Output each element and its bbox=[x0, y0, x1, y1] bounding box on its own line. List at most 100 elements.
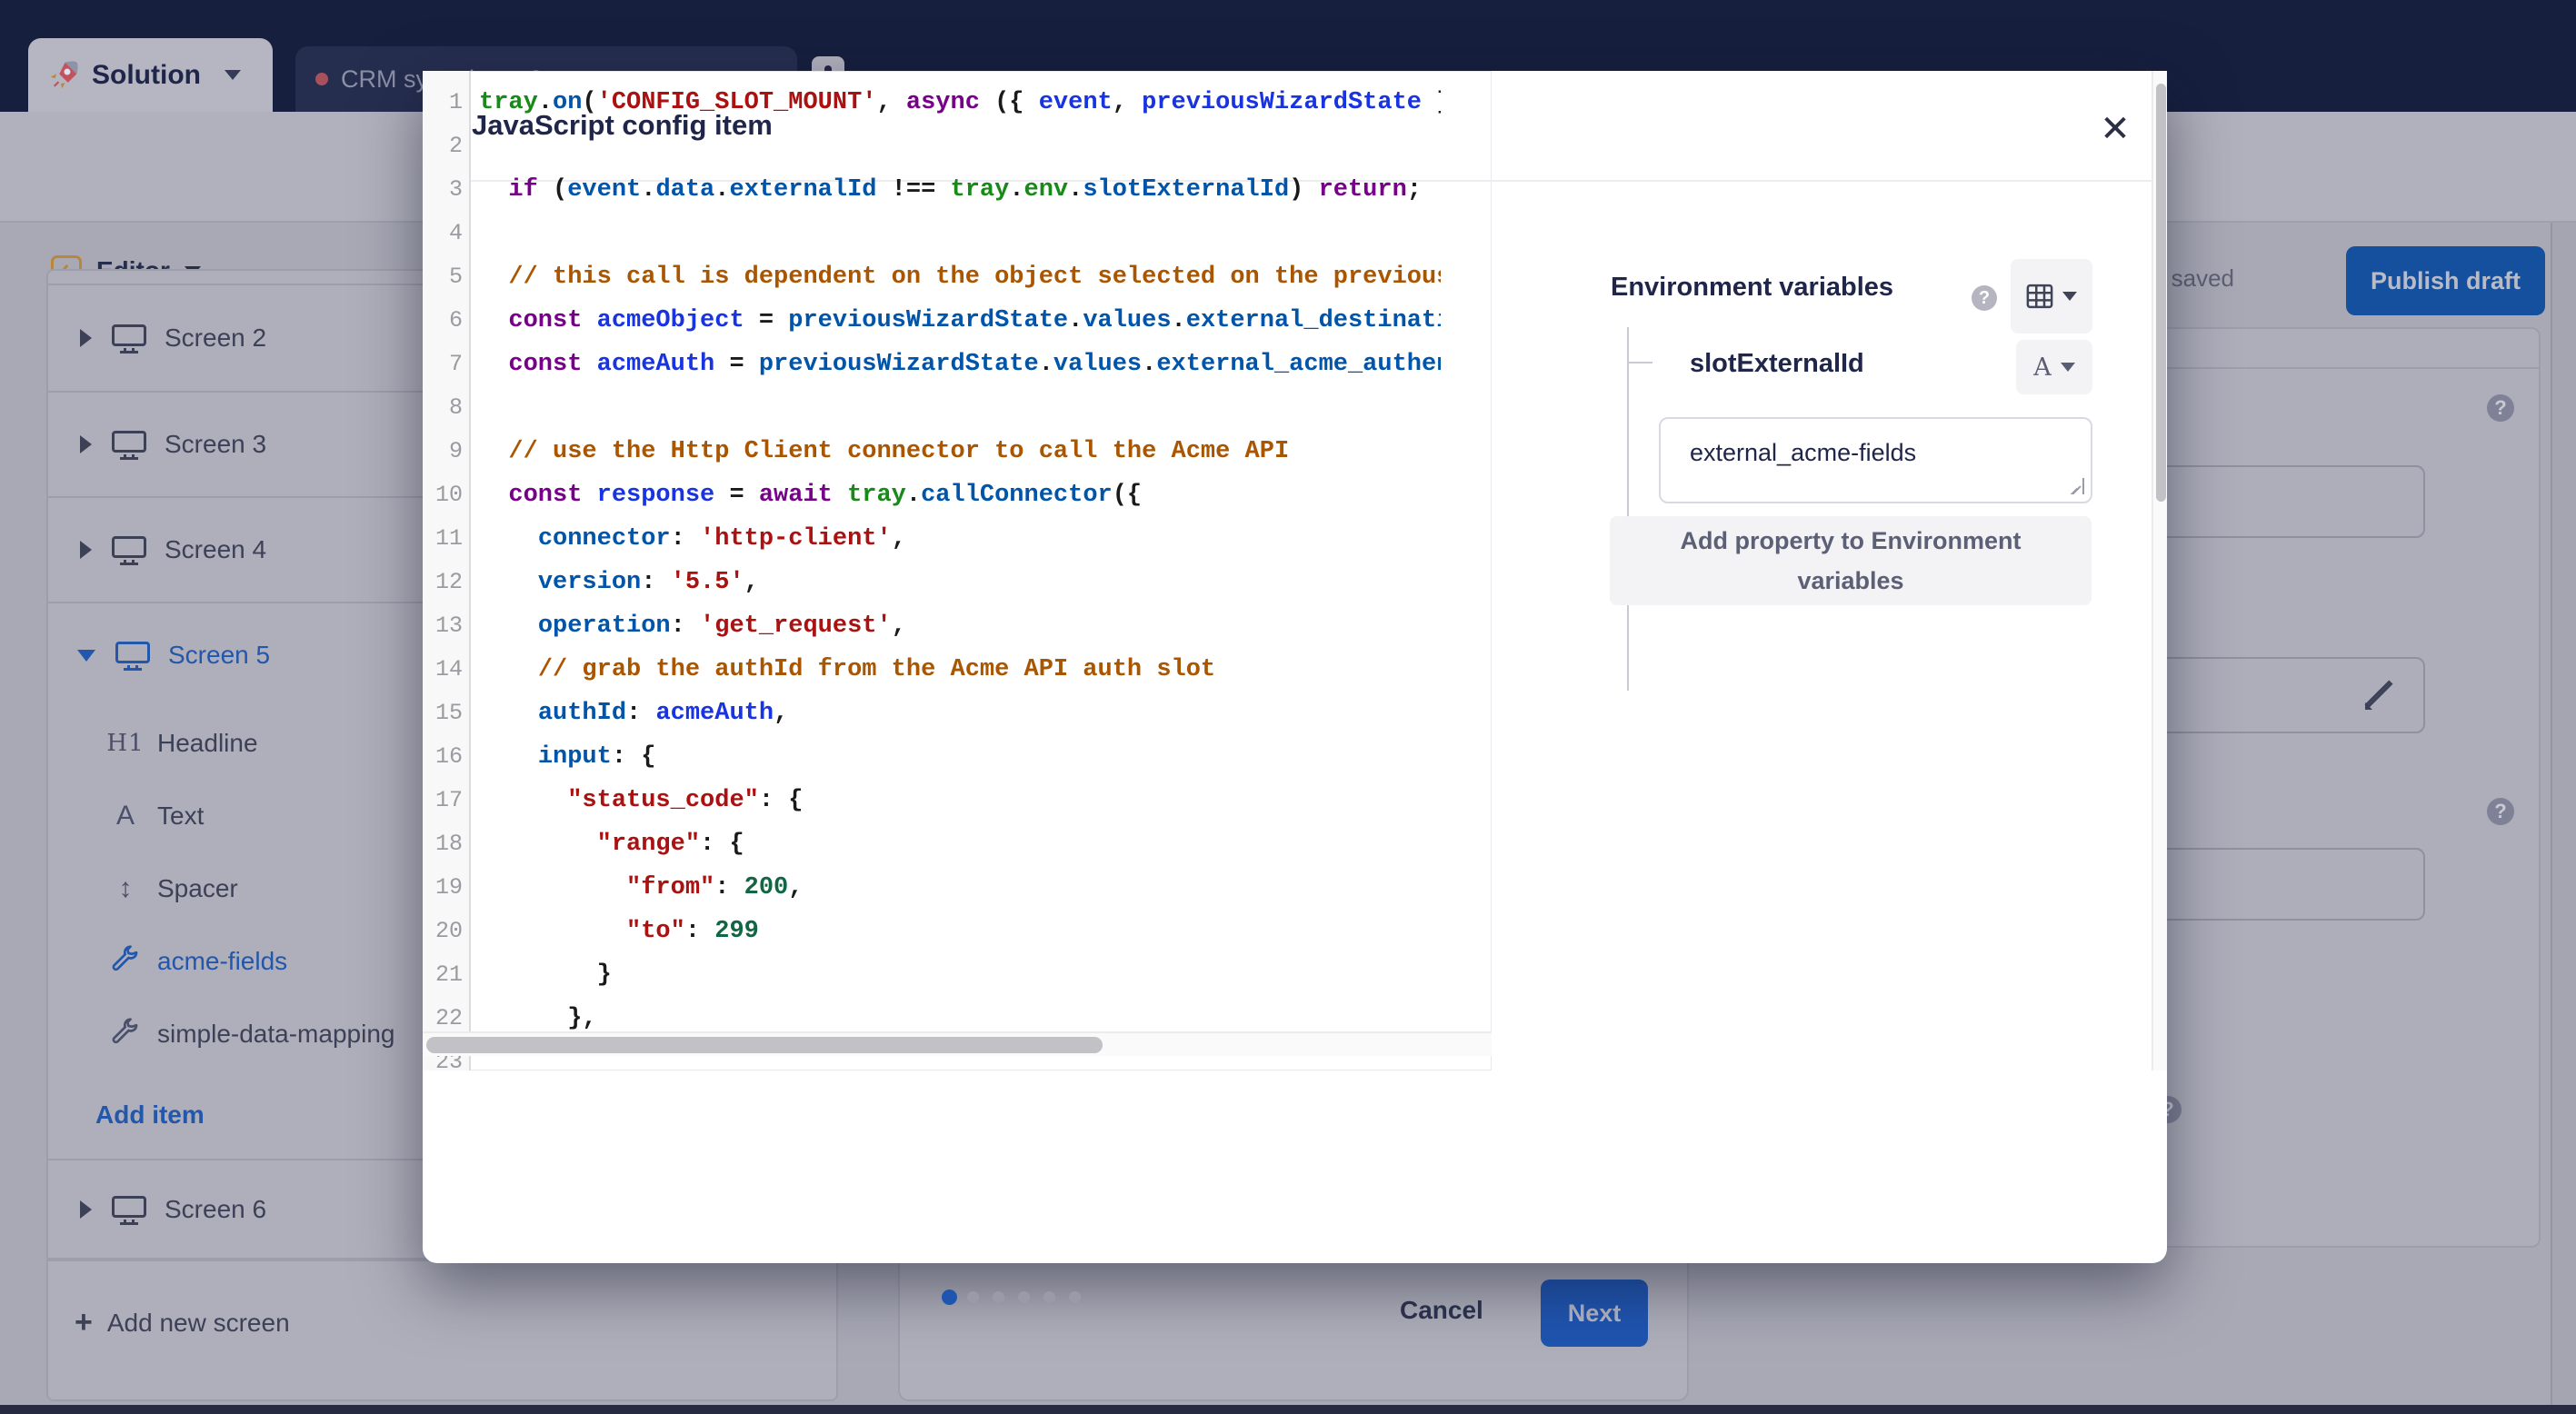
code-editor[interactable]: 1tray.on('CONFIG_SLOT_MOUNT', async ({ e… bbox=[423, 71, 1492, 1070]
code-line-20: 20 "to": 299 bbox=[423, 910, 1492, 953]
line-number: 19 bbox=[423, 866, 463, 910]
add-new-screen-button[interactable]: +Add new screen bbox=[48, 1260, 836, 1384]
unsaved-dot bbox=[315, 73, 328, 85]
code-line-21: 21 } bbox=[423, 953, 1492, 997]
code-line-13: 13 operation: 'get_request', bbox=[423, 604, 1492, 648]
help-icon[interactable]: ? bbox=[2487, 394, 2514, 422]
monitor-icon bbox=[112, 536, 146, 563]
chevron-right-icon[interactable] bbox=[80, 1200, 92, 1219]
right-edge-strip bbox=[2552, 223, 2576, 1414]
resize-handle[interactable] bbox=[2068, 478, 2084, 494]
env-var-type-button[interactable]: A bbox=[2016, 340, 2092, 394]
sidebar-item-label: Screen 2 bbox=[165, 324, 266, 353]
line-number: 3 bbox=[423, 168, 463, 212]
line-number: 8 bbox=[423, 386, 463, 430]
env-view-mode-button[interactable] bbox=[2011, 259, 2092, 334]
sidebar-item-label: Spacer bbox=[157, 874, 238, 903]
line-number: 14 bbox=[423, 648, 463, 692]
close-icon[interactable]: ✕ bbox=[2093, 107, 2137, 151]
help-icon[interactable]: ? bbox=[1972, 285, 1997, 311]
tab-solution[interactable]: Solution bbox=[28, 38, 273, 112]
chevron-right-icon[interactable] bbox=[80, 329, 92, 347]
pagination-dot[interactable] bbox=[1018, 1291, 1030, 1303]
chevron-down-icon[interactable] bbox=[77, 650, 95, 662]
line-number: 15 bbox=[423, 692, 463, 735]
h1-icon: H1 bbox=[106, 730, 144, 757]
pagination-dot[interactable] bbox=[1043, 1291, 1055, 1303]
line-number: 4 bbox=[423, 212, 463, 255]
code-line-19: 19 "from": 200, bbox=[423, 866, 1492, 910]
env-var-name: slotExternalId bbox=[1690, 349, 1864, 379]
pagination-dot[interactable] bbox=[993, 1291, 1004, 1303]
sidebar-item-label: simple-data-mapping bbox=[157, 1020, 394, 1049]
sidebar-item-label: Headline bbox=[157, 729, 258, 758]
code-line-12: 12 version: '5.5', bbox=[423, 561, 1492, 604]
code-line-4: 4 bbox=[423, 212, 1492, 255]
chevron-down-icon bbox=[225, 70, 241, 80]
horizontal-scrollbar-thumb[interactable] bbox=[426, 1037, 1103, 1053]
line-number: 5 bbox=[423, 255, 463, 299]
code-line-14: 14 // grab the authId from the Acme API … bbox=[423, 648, 1492, 692]
bottom-edge-band bbox=[0, 1405, 2576, 1414]
next-button[interactable]: Next bbox=[1541, 1280, 1648, 1347]
sidebar-item-label: Screen 4 bbox=[165, 535, 266, 564]
code-line-17: 17 "status_code": { bbox=[423, 779, 1492, 822]
spacer-icon: ↕ bbox=[119, 873, 133, 904]
pagination-dot[interactable] bbox=[1069, 1291, 1081, 1303]
code-line-10: 10 const response = await tray.callConne… bbox=[423, 473, 1492, 517]
tree-connector-line bbox=[1627, 327, 1629, 691]
publish-draft-button[interactable]: Publish draft bbox=[2346, 246, 2545, 315]
help-icon[interactable]: ? bbox=[2487, 798, 2514, 825]
line-number: 2 bbox=[423, 124, 463, 168]
rocket-icon bbox=[46, 58, 81, 93]
monitor-icon bbox=[112, 1196, 146, 1223]
chevron-down-icon bbox=[2062, 292, 2077, 301]
cancel-button[interactable]: Cancel bbox=[1400, 1296, 1483, 1325]
monitor-icon bbox=[115, 642, 150, 669]
line-number: 1 bbox=[423, 81, 463, 124]
pagination-dot-active[interactable] bbox=[942, 1290, 957, 1305]
plus-icon: + bbox=[75, 1305, 93, 1340]
line-number: 10 bbox=[423, 473, 463, 517]
env-variables-heading: Environment variables bbox=[1611, 273, 1893, 303]
line-number: 7 bbox=[423, 343, 463, 386]
sidebar-item-label: Screen 6 bbox=[165, 1195, 266, 1224]
javascript-config-modal: JavaScript config item ✕ 1tray.on('CONFI… bbox=[423, 71, 2167, 1263]
line-number: 21 bbox=[423, 953, 463, 997]
pagination-dot[interactable] bbox=[967, 1291, 979, 1303]
text-icon: A bbox=[116, 801, 135, 831]
code-line-2: 2 bbox=[423, 124, 1492, 168]
line-number: 18 bbox=[423, 822, 463, 866]
sidebar-item-label: Screen 3 bbox=[165, 430, 266, 459]
code-line-9: 9 // use the Http Client connector to ca… bbox=[423, 430, 1492, 473]
add-property-button[interactable]: Add property to Environment variables bbox=[1610, 516, 2092, 605]
code-line-11: 11 connector: 'http-client', bbox=[423, 517, 1492, 561]
code-line-16: 16 input: { bbox=[423, 735, 1492, 779]
sidebar-item-label: Text bbox=[157, 802, 204, 831]
code-line-6: 6 const acmeObject = previousWizardState… bbox=[423, 299, 1492, 343]
code-line-8: 8 bbox=[423, 386, 1492, 430]
sidebar-item-label: acme-fields bbox=[157, 947, 287, 976]
sidebar-item-label: Screen 5 bbox=[168, 641, 270, 670]
line-number: 16 bbox=[423, 735, 463, 779]
code-line-5: 5 // this call is dependent on the objec… bbox=[423, 255, 1492, 299]
table-icon bbox=[2026, 284, 2053, 309]
monitor-icon bbox=[112, 431, 146, 458]
line-number: 6 bbox=[423, 299, 463, 343]
chevron-right-icon[interactable] bbox=[80, 541, 92, 559]
line-number: 13 bbox=[423, 604, 463, 648]
code-line-1: 1tray.on('CONFIG_SLOT_MOUNT', async ({ e… bbox=[423, 81, 1492, 124]
horizontal-scrollbar[interactable] bbox=[423, 1031, 1492, 1056]
line-number: 11 bbox=[423, 517, 463, 561]
line-number: 12 bbox=[423, 561, 463, 604]
monitor-icon bbox=[112, 324, 146, 352]
chevron-right-icon[interactable] bbox=[80, 435, 92, 453]
string-type-icon: A bbox=[2033, 354, 2052, 382]
wrench-icon bbox=[110, 1016, 141, 1053]
line-number: 9 bbox=[423, 430, 463, 473]
pencil-icon[interactable] bbox=[2363, 679, 2396, 712]
tab-solution-label: Solution bbox=[92, 60, 201, 91]
wrench-icon bbox=[110, 943, 141, 981]
code-line-3: 3 if (event.data.externalId !== tray.env… bbox=[423, 168, 1492, 212]
env-var-value: external_acme-fields bbox=[1690, 439, 1916, 467]
